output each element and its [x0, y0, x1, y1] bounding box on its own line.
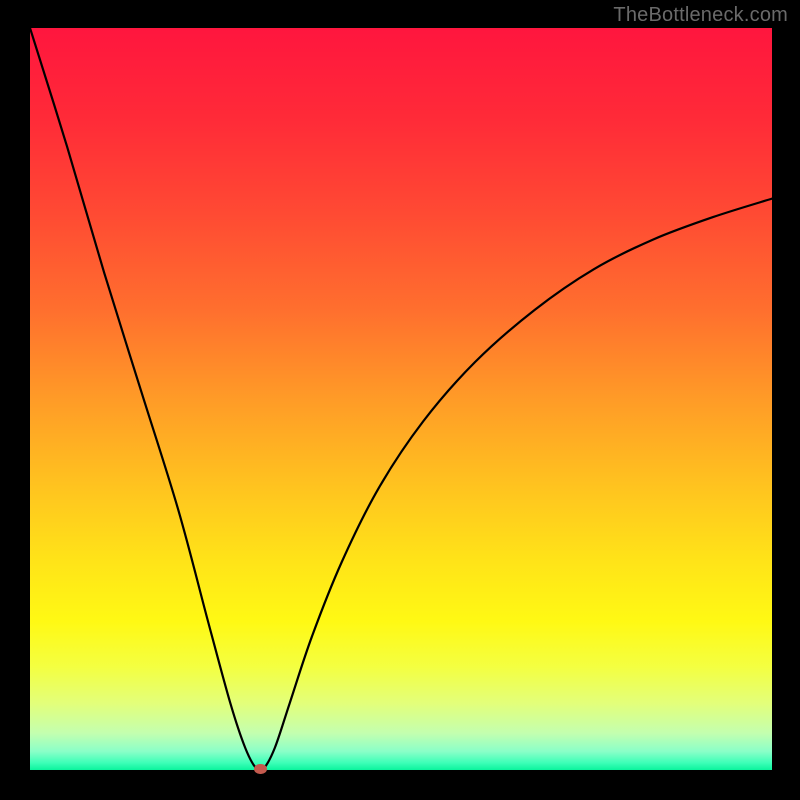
plot-area [30, 28, 772, 770]
chart-frame: TheBottleneck.com [0, 0, 800, 800]
minimum-marker [254, 764, 267, 774]
gradient-background [30, 28, 772, 770]
plot-svg [30, 28, 772, 770]
watermark-text: TheBottleneck.com [613, 4, 788, 27]
